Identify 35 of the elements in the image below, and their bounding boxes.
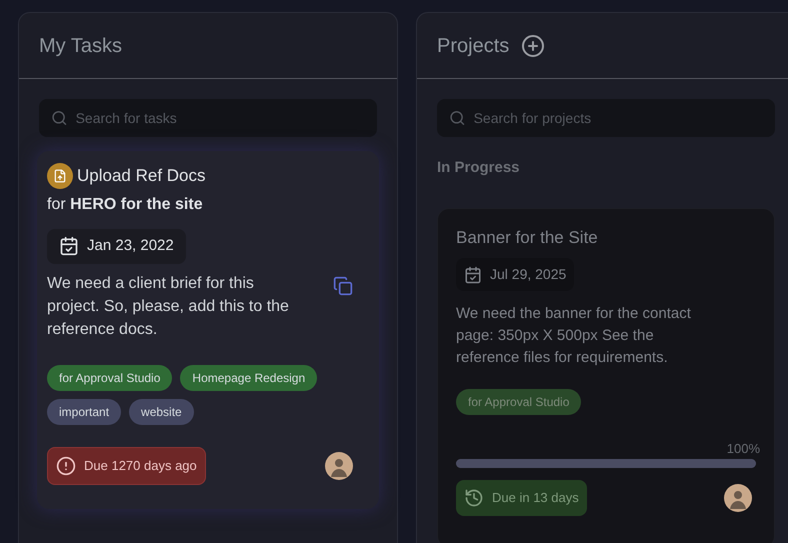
task-description: We need a client brief for this project. So, please, add this to the reference docs.: [47, 274, 290, 340]
project-description: We need the banner for the contact page: 350px X 500px See the reference files for requirements.: [456, 304, 692, 368]
add-icon[interactable]: [521, 34, 546, 58]
task-title: Upload Ref Docs: [77, 165, 206, 188]
search-field[interactable]: Search for tasks: [39, 99, 377, 137]
tag: website: [129, 398, 194, 424]
due-badge: Due in 13 days: [456, 480, 587, 516]
tag: for Approval Studio: [47, 364, 172, 390]
calendar-icon: [464, 266, 482, 284]
project-title: Banner for the Site: [456, 226, 599, 248]
alert-icon: [56, 456, 76, 476]
search-input[interactable]: Search for tasks: [76, 108, 365, 128]
avatar-icon: [724, 484, 752, 512]
search-icon: [449, 109, 466, 127]
avatar-icon: [325, 452, 353, 480]
search-input[interactable]: Search for projects: [474, 108, 763, 128]
tag: Homepage Redesign: [180, 364, 318, 390]
project-card[interactable]: Banner for the Site Jul 29, 2025 We need the banner for the contact page: 350px X 500px See the reference files for requirements. for Approval Studio 100% Due in 13 days: [437, 208, 775, 543]
due-badge: Due 1270 days ago: [47, 447, 206, 485]
tag: for Approval Studio: [456, 389, 582, 415]
clock-icon: [464, 488, 484, 508]
panel-title: My Tasks: [39, 34, 122, 58]
progress-reading: 100%: [726, 440, 760, 458]
date-chip: Jan 23, 2022: [47, 229, 186, 264]
tag: important: [47, 398, 122, 424]
upload-file-icon: [47, 163, 73, 189]
search-icon: [51, 109, 68, 127]
panel-title: Projects: [437, 34, 510, 58]
copy-icon[interactable]: [333, 276, 353, 296]
date-chip: Jul 29, 2025: [456, 258, 574, 291]
section-heading: In Progress: [437, 158, 521, 178]
task-card[interactable]: [37, 151, 379, 509]
search-field[interactable]: Search for projects: [437, 99, 775, 137]
calendar-icon: [59, 236, 79, 256]
task-project: for HERO for the site: [47, 195, 204, 215]
